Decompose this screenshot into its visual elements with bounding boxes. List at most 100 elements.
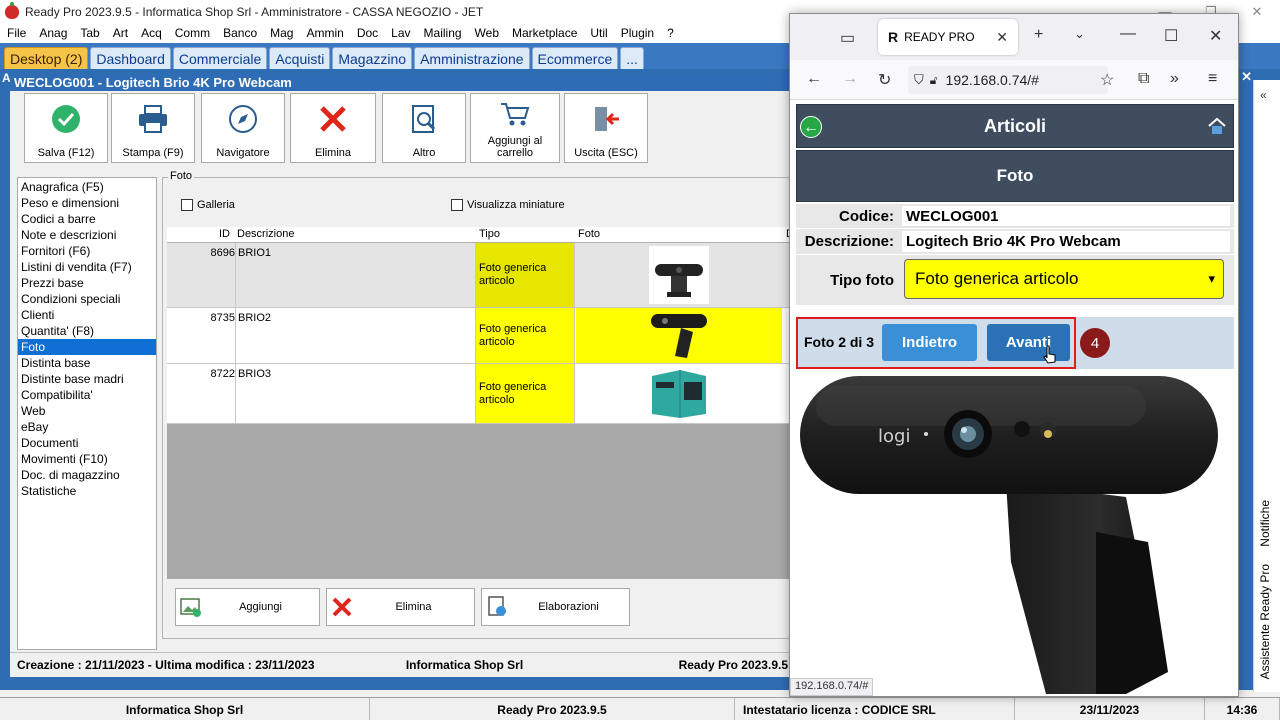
section-clienti[interactable]: Clienti (18, 307, 156, 323)
menu-marketplace[interactable]: Marketplace (505, 26, 583, 40)
section-distinte-madri[interactable]: Distinte base madri (18, 371, 156, 387)
hamburger-menu-icon[interactable]: ≡ (1208, 70, 1217, 88)
menu-tab[interactable]: Tab (73, 26, 105, 40)
url-bar[interactable]: ⛉ 🔓︎ 192.168.0.74/# (908, 66, 1108, 94)
section-note[interactable]: Note e descrizioni (18, 227, 156, 243)
webcam-thumbnail-front (649, 246, 709, 304)
section-documenti[interactable]: Documenti (18, 435, 156, 451)
exit-button[interactable]: Uscita (ESC) (564, 93, 648, 163)
other-label: Altro (412, 147, 436, 159)
table-row[interactable]: 8722 BRIO3 Foto generica articolo (167, 364, 790, 424)
ready-pro-logo-icon: R (888, 29, 899, 45)
foto-group-label: Foto (168, 170, 195, 182)
col-tipo[interactable]: Tipo (479, 228, 500, 240)
collapse-chevron-icon[interactable]: « (1260, 88, 1267, 102)
section-peso[interactable]: Peso e dimensioni (18, 195, 156, 211)
tab-list-icon[interactable]: ▭ (840, 28, 855, 48)
thumbnails-checkbox-box[interactable] (451, 199, 463, 211)
table-row[interactable]: 8696 BRIO1 Foto generica articolo (167, 243, 790, 308)
tab-dropdown-icon[interactable]: ⌄ (1074, 26, 1085, 42)
menu-util[interactable]: Util (583, 26, 613, 40)
menu-anag[interactable]: Anag (32, 26, 73, 40)
tab-amministrazione[interactable]: Amministrazione (414, 47, 530, 69)
menu-mag[interactable]: Mag (263, 26, 299, 40)
gallery-checkbox-box[interactable] (181, 199, 193, 211)
browser-tab[interactable]: R READY PRO ✕ (878, 19, 1018, 55)
col-foto[interactable]: Foto (578, 228, 600, 240)
add-to-cart-button[interactable]: Aggiungi al carrello (470, 93, 560, 163)
section-codici[interactable]: Codici a barre (18, 211, 156, 227)
section-distinta[interactable]: Distinta base (18, 355, 156, 371)
tipo-foto-select[interactable]: Foto generica articolo ▾ (904, 259, 1224, 299)
section-quantita[interactable]: Quantita' (F8) (18, 323, 156, 339)
bookmark-star-icon[interactable]: ☆ (1100, 70, 1114, 90)
browser-close-icon[interactable]: ✕ (1209, 26, 1222, 46)
tab-acquisti[interactable]: Acquisti (269, 47, 331, 69)
back-circle-icon[interactable]: ← (800, 116, 822, 138)
menu-acq[interactable]: Acq (134, 26, 168, 40)
menu-mailing[interactable]: Mailing (417, 26, 468, 40)
reload-icon[interactable]: ↻ (878, 70, 891, 90)
browser-maximize-icon[interactable]: ☐ (1164, 26, 1178, 46)
section-web[interactable]: Web (18, 403, 156, 419)
menu-lav[interactable]: Lav (384, 26, 416, 40)
document-close-icon[interactable]: ✕ (1241, 69, 1252, 85)
section-statistiche[interactable]: Statistiche (18, 483, 156, 499)
gallery-checkbox[interactable]: Galleria (181, 199, 235, 211)
row-desc: BRIO2 (235, 308, 475, 363)
menu-ammin[interactable]: Ammin (299, 26, 349, 40)
assistant-tab[interactable]: Assistente Ready Pro (1258, 564, 1272, 679)
tab-commerciale[interactable]: Commerciale (172, 47, 268, 69)
section-doc-magazzino[interactable]: Doc. di magazzino (18, 467, 156, 483)
menu-file[interactable]: File (0, 26, 32, 40)
print-button[interactable]: Stampa (F9) (111, 93, 195, 163)
add-photo-button[interactable]: Aggiungi (175, 588, 320, 626)
section-prezzi[interactable]: Prezzi base (18, 275, 156, 291)
section-compatibilita[interactable]: Compatibilita' (18, 387, 156, 403)
section-listini[interactable]: Listini di vendita (F7) (18, 259, 156, 275)
menu-comm[interactable]: Comm (168, 26, 216, 40)
home-icon[interactable] (1207, 116, 1227, 136)
delete-photo-button[interactable]: Elimina (326, 588, 475, 626)
save-button[interactable]: Salva (F12) (24, 93, 108, 163)
process-button[interactable]: Elaborazioni (481, 588, 630, 626)
new-tab-icon[interactable]: + (1034, 26, 1043, 44)
tab-ecommerce[interactable]: Ecommerce (531, 47, 619, 69)
section-foto[interactable]: Foto (18, 339, 156, 355)
section-condizioni[interactable]: Condizioni speciali (18, 291, 156, 307)
col-id[interactable]: ID (219, 228, 230, 240)
page-title: Articoli (983, 115, 1046, 136)
col-descrizione[interactable]: Descrizione (237, 228, 294, 240)
previous-button[interactable]: Indietro (882, 324, 977, 361)
thumbnails-checkbox[interactable]: Visualizza miniature (451, 199, 565, 211)
shield-icon[interactable]: ⛉ (914, 72, 924, 88)
extensions-icon[interactable]: ⧉ (1138, 70, 1149, 88)
insecure-lock-icon[interactable]: 🔓︎ (930, 73, 938, 88)
navigator-button[interactable]: Navigatore (201, 93, 285, 163)
back-arrow-icon[interactable]: ← (806, 70, 822, 88)
menu-doc[interactable]: Doc (350, 26, 384, 40)
menu-plugin[interactable]: Plugin (614, 26, 660, 40)
overflow-chevron-icon[interactable]: » (1170, 70, 1179, 88)
url-text[interactable]: 192.168.0.74/# (946, 72, 1039, 88)
menu-help[interactable]: ? (660, 26, 680, 40)
table-row[interactable]: 8735 BRIO2 Foto generica articolo (167, 308, 790, 364)
section-fornitori[interactable]: Fornitori (F6) (18, 243, 156, 259)
section-ebay[interactable]: eBay (18, 419, 156, 435)
menu-banco[interactable]: Banco (216, 26, 263, 40)
tab-magazzino[interactable]: Magazzino (332, 47, 413, 69)
delete-button[interactable]: Elimina (290, 93, 376, 163)
section-movimenti[interactable]: Movimenti (F10) (18, 451, 156, 467)
notifications-tab[interactable]: Notifiche (1258, 500, 1272, 547)
other-button[interactable]: Altro (382, 93, 466, 163)
browser-minimize-icon[interactable]: — (1120, 25, 1136, 43)
forward-arrow-icon[interactable]: → (842, 70, 858, 88)
menu-art[interactable]: Art (106, 26, 134, 40)
section-anagrafica[interactable]: Anagrafica (F5) (18, 179, 156, 195)
menu-web[interactable]: Web (468, 26, 505, 40)
tab-close-icon[interactable]: ✕ (996, 29, 1008, 46)
tab-more[interactable]: ... (620, 47, 644, 69)
tab-dashboard[interactable]: Dashboard (90, 47, 171, 69)
tab-desktop[interactable]: Desktop (2) (4, 47, 89, 69)
close-icon[interactable]: ✕ (1234, 0, 1280, 23)
